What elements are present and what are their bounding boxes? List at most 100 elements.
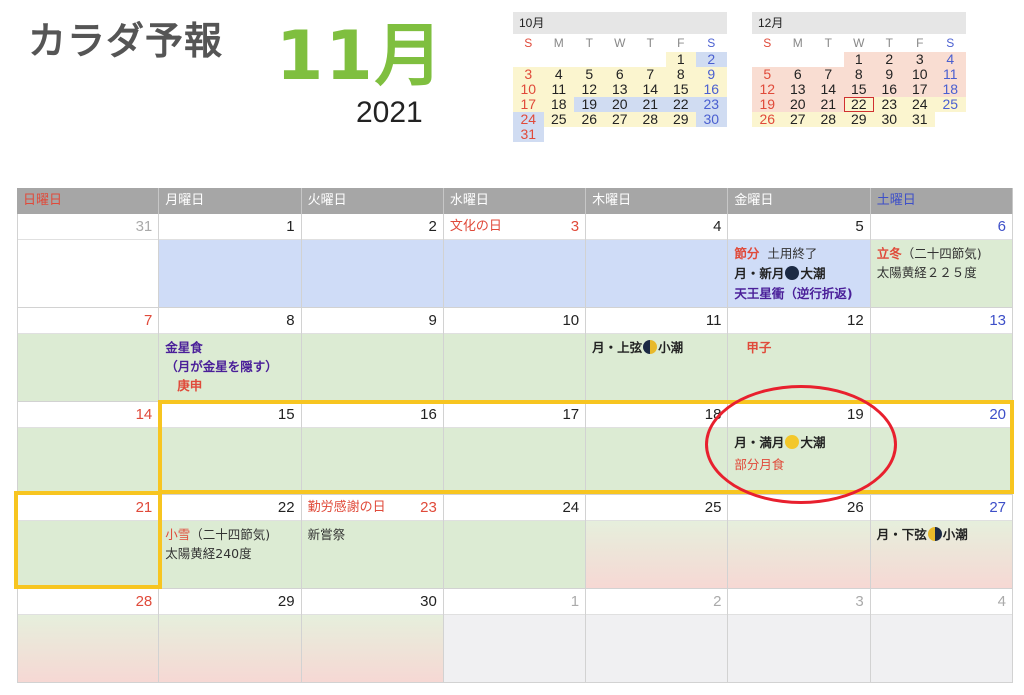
mini-day: 22 [665, 97, 696, 112]
day-cell[interactable]: 12 甲子 [728, 308, 871, 402]
dow-label: W [853, 36, 865, 50]
mini-calendar-title: 12月 [752, 12, 966, 34]
day-number: 2 [586, 589, 728, 615]
day-cell[interactable]: 4 [586, 214, 729, 308]
mini-day-today: 22 [843, 97, 874, 112]
dow-label: W [614, 36, 626, 50]
weekday-header: 日曜日 月曜日 火曜日 水曜日 木曜日 金曜日 土曜日 [17, 188, 1013, 214]
calendar-week: 21 22 小雪（二十四節気) 太陽黄経240度 勤労感謝の日 23 新嘗祭 24… [17, 495, 1013, 589]
day-number: 17 [443, 402, 586, 428]
day-cell[interactable]: 17 [443, 402, 587, 495]
day-cell[interactable]: 9 [301, 308, 444, 402]
day-cell[interactable]: 1 [443, 589, 587, 683]
mini-day: 6 [782, 67, 813, 82]
day-cell[interactable]: 22 小雪（二十四節気) 太陽黄経240度 [159, 495, 302, 589]
weekday-thursday: 木曜日 [586, 188, 729, 214]
event-venus-note: （月が金星を隠す） [165, 359, 278, 374]
day-number: 8 [159, 308, 301, 334]
event-solar-longitude: 太陽黄経２２５度 [876, 265, 977, 280]
day-cell[interactable]: 勤労感謝の日 23 新嘗祭 [301, 495, 444, 589]
day-cell[interactable]: 2 [586, 589, 729, 683]
day-cell[interactable]: 8 金星食 （月が金星を隠す） 庚申 [159, 308, 302, 402]
day-number: 21 [18, 495, 159, 521]
mini-day: 26 [574, 112, 605, 127]
calendar-week: 28 29 30 1 2 3 4 [17, 589, 1013, 683]
mini-calendar-weekdays: SMTWTFS [513, 34, 727, 52]
event-last-quarter: 月・下弦 [876, 527, 927, 542]
day-cell[interactable]: 1 [159, 214, 302, 308]
dow-label: S [763, 36, 772, 50]
day-cell[interactable]: 15 [159, 402, 302, 495]
new-moon-icon [785, 266, 800, 280]
mini-day: 19 [752, 97, 783, 112]
day-number-holiday: 勤労感謝の日 23 [301, 495, 443, 521]
mini-day: 29 [843, 112, 874, 127]
day-cell[interactable]: 25 [586, 495, 729, 589]
event-tide: 大潮 [800, 435, 826, 450]
day-cell[interactable]: 19 月・満月 大潮 部分月食 [728, 402, 871, 495]
day-cell[interactable]: 3 [728, 589, 871, 683]
mini-day: 17 [513, 97, 544, 112]
mini-day: 20 [782, 97, 813, 112]
mini-day: 7 [813, 67, 844, 82]
day-number: 30 [301, 589, 443, 615]
mini-day: 1 [665, 52, 696, 67]
mini-calendar-december[interactable]: 12月 SMTWTFS 1234 5 6 7 8 9 10 11 12 13 14 15 16 17 1… [752, 12, 966, 127]
mini-day: 21 [635, 97, 666, 112]
event-new-moon: 月・新月 [734, 266, 785, 281]
mini-day [605, 52, 636, 67]
day-cell[interactable]: 5 節分 土用終了 月・新月 大潮 天王星衝（逆行折返) [728, 214, 871, 308]
day-cell[interactable]: 18 [586, 402, 729, 495]
mini-day: 12 [574, 82, 605, 97]
mini-day [752, 52, 783, 67]
current-year: 2021 [356, 96, 423, 129]
mini-calendar-october[interactable]: 10月 SMTWTFS 12 3456789 10 11 12 13 14 15 16 17… [513, 12, 727, 142]
day-cell[interactable]: 4 [870, 589, 1013, 683]
day-cell[interactable]: 26 [728, 495, 871, 589]
day-cell[interactable]: 13 [870, 308, 1013, 402]
day-number: 27 [870, 495, 1012, 521]
event-kasshi: 甲子 [746, 340, 772, 355]
day-number: 3 [570, 218, 580, 235]
mini-day: 28 [813, 112, 844, 127]
dow-label: F [916, 36, 924, 50]
event-setsubun: 節分 [734, 246, 760, 261]
event-sekki: （二十四節気) [190, 527, 271, 542]
day-cell[interactable]: 7 [17, 308, 160, 402]
day-cell[interactable]: 6 立冬（二十四節気) 太陽黄経２２５度 [870, 214, 1013, 308]
day-cell[interactable]: 28 [17, 589, 160, 683]
mini-day: 26 [752, 112, 783, 127]
day-cell[interactable]: 30 [301, 589, 444, 683]
day-cell[interactable]: 16 [301, 402, 444, 495]
mini-calendar-days: 1234 5 6 7 8 9 10 11 12 13 14 15 16 17 18 19 20 21 22 23… [752, 52, 966, 127]
day-cell[interactable]: 21 [17, 495, 160, 589]
weekday-monday: 月曜日 [159, 188, 302, 214]
day-cell[interactable]: 10 [443, 308, 587, 402]
day-cell[interactable]: 31 [17, 214, 160, 308]
mini-day: 30 [874, 112, 905, 127]
mini-day: 19 [574, 97, 605, 112]
mini-day: 12 [752, 82, 783, 97]
mini-day: 24 [513, 112, 544, 127]
day-cell[interactable]: 2 [301, 214, 444, 308]
day-cell[interactable]: 27 月・下弦 小潮 [870, 495, 1013, 589]
day-cell[interactable]: 11 月・上弦 小潮 [586, 308, 729, 402]
dow-label: T [585, 36, 593, 50]
day-number: 4 [870, 589, 1012, 615]
mini-day: 15 [665, 82, 696, 97]
mini-day [813, 52, 844, 67]
event-niinamesai: 新嘗祭 [307, 527, 346, 542]
mini-day: 14 [813, 82, 844, 97]
mini-day: 5 [752, 67, 783, 82]
day-number: 11 [586, 308, 728, 334]
day-cell[interactable]: 文化の日 3 [443, 214, 587, 308]
day-cell[interactable]: 20 [870, 402, 1013, 495]
day-cell[interactable]: 29 [159, 589, 302, 683]
mini-day: 2 [696, 52, 727, 67]
day-cell[interactable]: 24 [443, 495, 587, 589]
day-cell[interactable]: 14 [17, 402, 160, 495]
day-number: 3 [728, 589, 870, 615]
mini-day: 31 [513, 127, 544, 142]
mini-day [783, 52, 814, 67]
mini-day: 13 [782, 82, 813, 97]
